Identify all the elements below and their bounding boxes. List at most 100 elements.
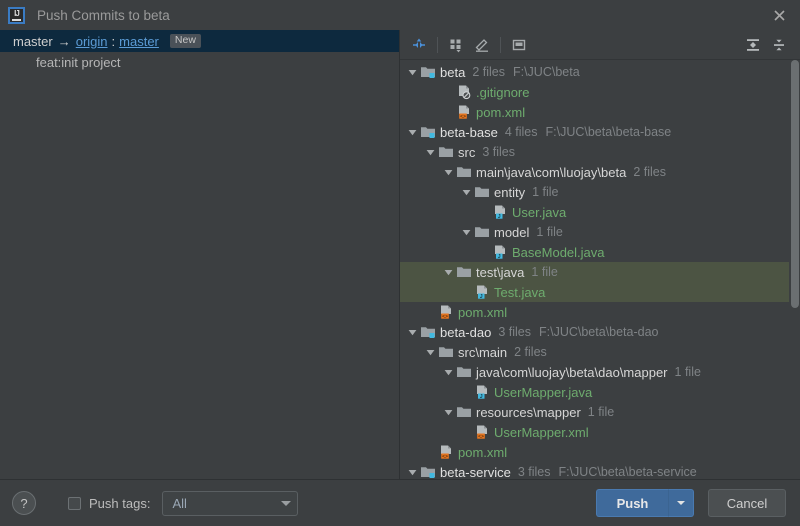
folder-icon	[473, 224, 491, 240]
tree-node[interactable]: src 3 files	[400, 142, 800, 162]
changed-files-panel: beta 2 files F:\JUC\beta .gitignore <> pom…	[400, 30, 800, 479]
tree-node[interactable]: J BaseModel.java	[400, 242, 800, 262]
tree-node[interactable]: J User.java	[400, 202, 800, 222]
collapse-all-icon[interactable]	[766, 33, 792, 57]
cancel-button[interactable]: Cancel	[708, 489, 786, 517]
commit-list-item[interactable]: feat:init project	[0, 52, 399, 72]
tree-scrollbar[interactable]	[789, 60, 800, 479]
tree-node-file-count: 1 file	[531, 265, 558, 279]
chevron-down-icon[interactable]	[406, 128, 419, 137]
tree-node-label: resources\mapper	[476, 404, 581, 420]
edit-source-icon[interactable]	[469, 33, 495, 57]
module-folder-icon	[419, 124, 437, 140]
tree-node[interactable]: <> pom.xml	[400, 102, 800, 122]
tree-node[interactable]: entity 1 file	[400, 182, 800, 202]
changed-files-tree[interactable]: beta 2 files F:\JUC\beta .gitignore <> pom…	[400, 60, 800, 479]
tree-node-label: beta	[440, 64, 466, 80]
folder-icon	[455, 264, 473, 280]
tree-node[interactable]: beta-dao 3 files F:\JUC\beta\beta-dao	[400, 322, 800, 342]
tree-node-file-count: 3 files	[517, 465, 551, 479]
expand-all-icon[interactable]	[740, 33, 766, 57]
chevron-down-icon[interactable]	[442, 268, 455, 277]
chevron-down-icon[interactable]	[442, 168, 455, 177]
folder-icon	[473, 184, 491, 200]
push-tags-checkbox[interactable]	[68, 496, 81, 510]
tree-node-label: beta-dao	[440, 324, 492, 340]
tree-node-label: Test.java	[494, 284, 546, 300]
group-by-icon[interactable]	[443, 33, 469, 57]
tree-node-file-count: 1 file	[674, 365, 701, 379]
tree-node-path: F:\JUC\beta\beta-base	[545, 125, 672, 139]
toolbar-divider-1	[437, 36, 438, 53]
tree-node-label: pom.xml	[458, 444, 508, 460]
dialog-titlebar: IJ Push Commits to beta	[0, 0, 800, 30]
files-toolbar	[400, 30, 800, 60]
folder-icon	[455, 164, 473, 180]
tree-scrollbar-thumb[interactable]	[791, 60, 799, 308]
dialog-footer: ? Push tags: All Push Cancel	[0, 479, 800, 526]
tree-node[interactable]: <> pom.xml	[400, 442, 800, 462]
tree-node-file-count: 3 files	[498, 325, 531, 339]
chevron-down-icon[interactable]	[424, 148, 437, 157]
chevron-down-icon[interactable]	[406, 68, 419, 77]
tree-node[interactable]: J Test.java	[400, 282, 800, 302]
tree-node[interactable]: <> UserMapper.xml	[400, 422, 800, 442]
tree-node-file-count: 1 file	[587, 405, 615, 419]
tree-node[interactable]: main\java\com\luojay\beta 2 files	[400, 162, 800, 182]
push-tags-value: All	[172, 495, 187, 511]
push-tags-select[interactable]: All	[162, 490, 299, 516]
close-icon[interactable]	[768, 4, 790, 26]
chevron-down-icon[interactable]	[406, 468, 419, 477]
svg-text:<>: <>	[478, 434, 484, 440]
tree-node[interactable]: beta 2 files F:\JUC\beta	[400, 62, 800, 82]
module-folder-icon	[419, 324, 437, 340]
chevron-down-icon[interactable]	[424, 348, 437, 357]
remote-branch-link[interactable]: master	[119, 34, 159, 49]
remote-link[interactable]: origin	[76, 34, 108, 49]
svg-text:J: J	[498, 254, 501, 260]
tree-node-file-count: 4 files	[504, 125, 538, 139]
tree-node[interactable]: java\com\luojay\beta\dao\mapper 1 file	[400, 362, 800, 382]
tree-node-label: entity	[494, 184, 526, 200]
chevron-down-icon[interactable]	[460, 188, 473, 197]
svg-text:J: J	[498, 214, 501, 220]
tree-node[interactable]: <> pom.xml	[400, 302, 800, 322]
push-commits-dialog: IJ Push Commits to beta master → origin …	[0, 0, 800, 526]
tree-node-file-count: 2 files	[472, 65, 505, 79]
push-options-button[interactable]	[668, 489, 694, 517]
tree-node[interactable]: J UserMapper.java	[400, 382, 800, 402]
tree-node[interactable]: test\java 1 file	[400, 262, 800, 282]
tree-node-label: test\java	[476, 264, 525, 280]
intellij-idea-logo: IJ	[8, 6, 25, 24]
tree-node-label: src\main	[458, 344, 508, 360]
java-file-icon: J	[473, 384, 491, 400]
chevron-down-icon[interactable]	[406, 328, 419, 337]
dialog-body: master → origin : master New feat:init p…	[0, 30, 800, 479]
tree-node-label: User.java	[512, 204, 567, 220]
separator-label: :	[111, 33, 116, 49]
help-button[interactable]: ?	[12, 491, 36, 515]
push-target-row[interactable]: master → origin : master New	[0, 30, 399, 52]
push-button[interactable]: Push	[596, 489, 668, 517]
folder-icon	[455, 404, 473, 420]
folder-icon	[455, 364, 473, 380]
tree-node[interactable]: .gitignore	[400, 82, 800, 102]
tree-node[interactable]: beta-service 3 files F:\JUC\beta\beta-serv…	[400, 462, 800, 479]
xml-file-icon: <>	[437, 304, 455, 320]
preview-diff-icon[interactable]	[506, 33, 532, 57]
svg-text:<>: <>	[460, 114, 466, 120]
tree-node-label: main\java\com\luojay\beta	[476, 164, 627, 180]
java-file-icon: J	[491, 244, 509, 260]
tree-node[interactable]: resources\mapper 1 file	[400, 402, 800, 422]
tree-node[interactable]: beta-base 4 files F:\JUC\beta\beta-base	[400, 122, 800, 142]
chevron-down-icon[interactable]	[442, 368, 455, 377]
tree-node-file-count: 1 file	[536, 225, 563, 239]
tree-node-label: pom.xml	[476, 104, 526, 120]
chevron-down-icon[interactable]	[460, 228, 473, 237]
tree-node[interactable]: src\main 2 files	[400, 342, 800, 362]
svg-text:<>: <>	[442, 454, 448, 460]
expand-selection-icon[interactable]	[406, 33, 432, 57]
chevron-down-icon[interactable]	[442, 408, 455, 417]
tree-node[interactable]: model 1 file	[400, 222, 800, 242]
toolbar-divider-2	[500, 36, 501, 53]
